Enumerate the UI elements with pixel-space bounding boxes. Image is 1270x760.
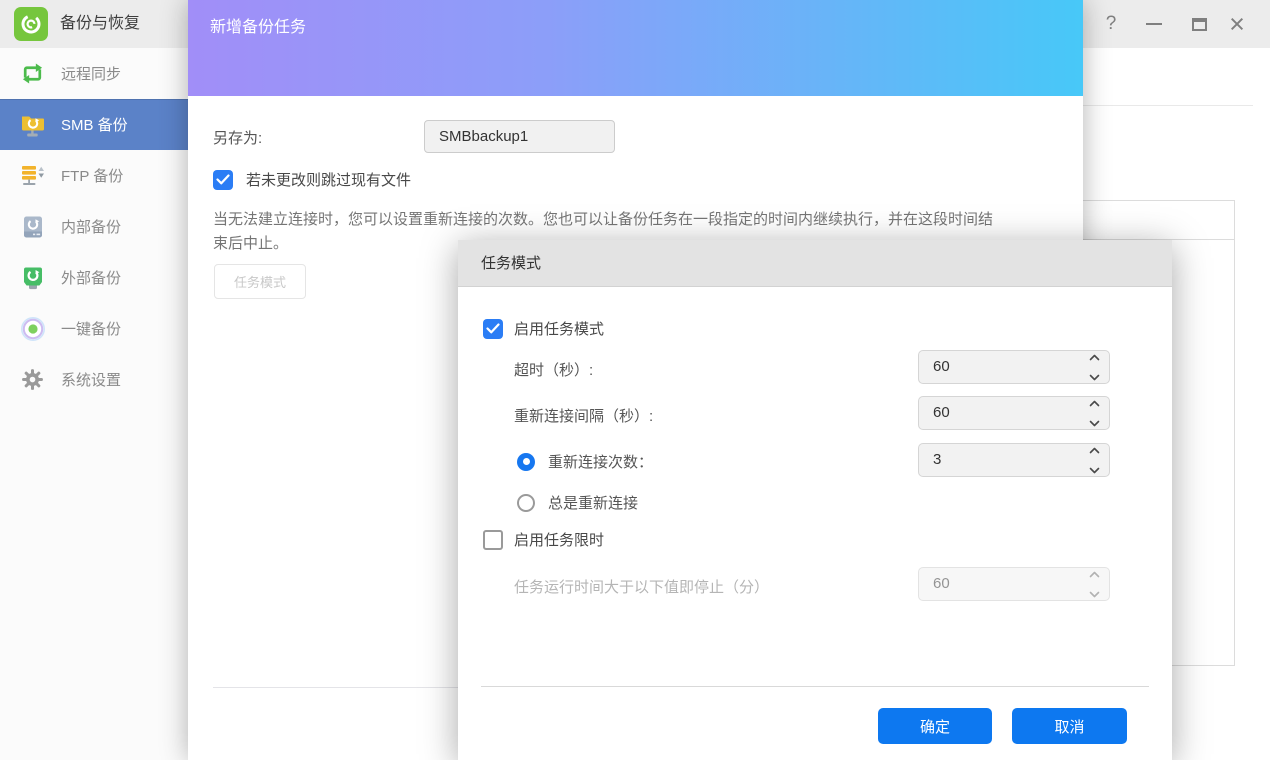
one-touch-backup-icon xyxy=(19,315,46,342)
app-window: 备份与恢复 ? × 远程同步 xyxy=(0,0,1270,760)
timeout-stepper-arrows[interactable] xyxy=(1088,354,1100,381)
task-mode-modal: 任务模式 启用任务模式 超时（秒）: 60 重新连接间隔（秒）: 60 xyxy=(458,240,1172,760)
sidebar-item-ftp-backup[interactable]: FTP 备份 xyxy=(0,150,188,201)
chevron-down-icon xyxy=(1089,374,1100,381)
reconnect-count-radio[interactable] xyxy=(517,453,535,471)
skip-existing-checkbox[interactable] xyxy=(213,170,233,190)
cancel-button[interactable]: 取消 xyxy=(1012,708,1127,744)
reconnect-count-row: 重新连接次数： xyxy=(517,451,653,472)
timeout-label: 超时（秒）: xyxy=(514,359,593,380)
timeout-value: 60 xyxy=(933,351,950,383)
internal-backup-icon xyxy=(19,213,46,240)
enable-time-limit-label: 启用任务限时 xyxy=(514,529,604,550)
sidebar-item-label: 内部备份 xyxy=(61,216,121,237)
sidebar-item-external-backup[interactable]: 外部备份 xyxy=(0,252,188,303)
enable-task-mode-row: 启用任务模式 xyxy=(483,318,604,339)
sidebar-item-system-settings[interactable]: 系统设置 xyxy=(0,354,188,405)
close-icon[interactable]: × xyxy=(1224,0,1250,48)
enable-task-mode-label: 启用任务模式 xyxy=(514,318,604,339)
app-title: 备份与恢复 xyxy=(60,0,140,48)
modal-title: 任务模式 xyxy=(481,240,541,287)
help-icon[interactable]: ? xyxy=(1098,0,1124,48)
skip-existing-row: 若未更改则跳过现有文件 xyxy=(213,169,411,190)
settings-gear-icon xyxy=(19,366,46,393)
sidebar-item-smb-backup[interactable]: SMB 备份 xyxy=(0,99,188,150)
sidebar: 远程同步 SMB 备份 xyxy=(0,48,188,760)
reconnect-count-label: 重新连接次数： xyxy=(548,451,653,472)
sidebar-item-label: 外部备份 xyxy=(61,267,121,288)
enable-task-mode-checkbox[interactable] xyxy=(483,319,503,339)
sidebar-item-internal-backup[interactable]: 内部备份 xyxy=(0,201,188,252)
time-limit-value: 60 xyxy=(933,568,950,600)
chevron-up-icon xyxy=(1089,354,1100,361)
minimize-icon[interactable] xyxy=(1141,0,1167,48)
time-limit-stepper-arrows xyxy=(1088,571,1100,598)
ok-button[interactable]: 确定 xyxy=(878,708,992,744)
reconnect-count-stepper-arrows[interactable] xyxy=(1088,447,1100,474)
reconnect-count-spinner[interactable]: 3 xyxy=(918,443,1110,477)
sidebar-item-one-touch-backup[interactable]: 一键备份 xyxy=(0,303,188,354)
sidebar-item-label: FTP 备份 xyxy=(61,165,123,186)
maximize-icon[interactable] xyxy=(1186,0,1212,48)
save-as-input[interactable] xyxy=(424,120,615,153)
external-backup-icon xyxy=(19,264,46,291)
reconnect-count-value: 3 xyxy=(933,444,941,476)
always-reconnect-row: 总是重新连接 xyxy=(517,492,638,513)
sidebar-item-label: 系统设置 xyxy=(61,369,121,390)
always-reconnect-label: 总是重新连接 xyxy=(548,492,638,513)
reconnect-interval-spinner[interactable]: 60 xyxy=(918,396,1110,430)
smb-backup-icon xyxy=(19,111,46,138)
save-as-label: 另存为: xyxy=(213,127,262,148)
always-reconnect-radio[interactable] xyxy=(517,494,535,512)
description-line1: 当无法建立连接时，您可以设置重新连接的次数。您也可以让备份任务在一段指定的时间内… xyxy=(213,208,1063,232)
reconnect-interval-stepper-arrows[interactable] xyxy=(1088,400,1100,427)
task-mode-button[interactable]: 任务模式 xyxy=(214,264,306,299)
chevron-down-icon xyxy=(1089,420,1100,427)
reconnect-interval-label: 重新连接间隔（秒）: xyxy=(514,405,653,426)
chevron-up-icon xyxy=(1089,400,1100,407)
dialog-header: 新增备份任务 xyxy=(188,0,1083,96)
sidebar-item-label: 一键备份 xyxy=(61,318,121,339)
app-logo-icon xyxy=(14,7,48,41)
sidebar-item-remote-sync[interactable]: 远程同步 xyxy=(0,48,188,99)
modal-header: 任务模式 xyxy=(458,240,1172,287)
time-limit-spinner: 60 xyxy=(918,567,1110,601)
skip-existing-label: 若未更改则跳过现有文件 xyxy=(246,169,411,190)
enable-time-limit-row: 启用任务限时 xyxy=(483,529,604,550)
timeout-spinner[interactable]: 60 xyxy=(918,350,1110,384)
sidebar-item-label: 远程同步 xyxy=(61,63,121,84)
time-limit-label: 任务运行时间大于以下值即停止（分） xyxy=(514,576,769,597)
chevron-up-icon xyxy=(1089,571,1100,578)
sidebar-item-label: SMB 备份 xyxy=(61,114,128,135)
chevron-up-icon xyxy=(1089,447,1100,454)
enable-time-limit-checkbox[interactable] xyxy=(483,530,503,550)
remote-sync-icon xyxy=(19,60,46,87)
chevron-down-icon xyxy=(1089,591,1100,598)
background-divider xyxy=(1083,105,1253,106)
ftp-backup-icon xyxy=(19,162,46,189)
dialog-title: 新增备份任务 xyxy=(210,13,306,37)
reconnect-interval-value: 60 xyxy=(933,397,950,429)
modal-footer-divider xyxy=(481,686,1149,687)
chevron-down-icon xyxy=(1089,467,1100,474)
